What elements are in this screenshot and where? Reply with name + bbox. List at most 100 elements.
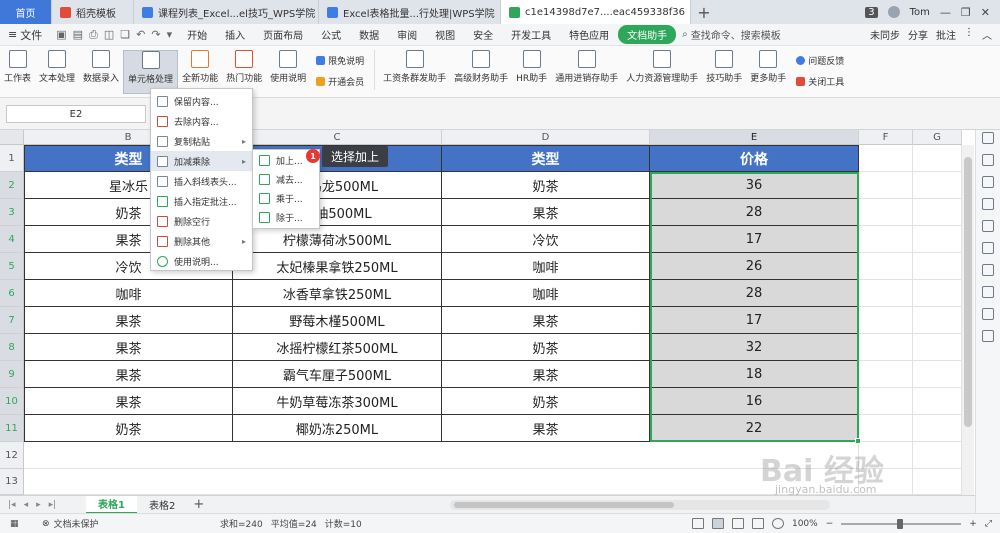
open-membership-link[interactable]: 开通会员 bbox=[316, 75, 364, 88]
free-limit-link[interactable]: 限免说明 bbox=[316, 54, 364, 67]
row-header-1[interactable]: 1 bbox=[0, 145, 24, 172]
table-cell-name[interactable]: 冰摇柠檬红茶500ML bbox=[233, 334, 442, 361]
menu-keep-content[interactable]: 保留内容... bbox=[151, 91, 252, 111]
menu-home[interactable]: 开始 bbox=[178, 27, 216, 42]
select-all-corner[interactable] bbox=[0, 130, 24, 145]
dropdown-icon[interactable]: ▾ bbox=[167, 28, 173, 42]
column-header-d[interactable]: D bbox=[442, 130, 650, 145]
save-icon[interactable]: ▣ bbox=[56, 28, 66, 42]
last-sheet-icon[interactable]: ▸| bbox=[49, 500, 57, 510]
new-tab-button[interactable]: + bbox=[691, 0, 717, 24]
preview-icon[interactable]: ◫ bbox=[104, 28, 114, 42]
table-cell-price[interactable]: 22 bbox=[650, 415, 859, 442]
menu-insert[interactable]: 插入 bbox=[216, 27, 254, 42]
menu-page-layout[interactable]: 页面布局 bbox=[254, 27, 312, 42]
table-cell-type-2[interactable]: 冷饮 bbox=[442, 226, 650, 253]
submenu-divide[interactable]: 除于... bbox=[253, 208, 319, 227]
table-cell-type-2[interactable]: 果茶 bbox=[442, 415, 650, 442]
menu-doc-assistant[interactable]: 文档助手 bbox=[618, 25, 677, 44]
pin-icon[interactable] bbox=[982, 264, 994, 276]
help-icon[interactable] bbox=[982, 308, 994, 320]
table-cell-price[interactable]: 36 bbox=[650, 172, 859, 199]
name-box[interactable]: E2 bbox=[6, 105, 146, 123]
submenu-subtract[interactable]: 减去... bbox=[253, 170, 319, 189]
close-window-icon[interactable]: ✕ bbox=[981, 6, 990, 19]
column-header-g[interactable]: G bbox=[913, 130, 962, 145]
table-cell-type-2[interactable]: 奶茶 bbox=[442, 334, 650, 361]
close-tools-link[interactable]: 关闭工具 bbox=[796, 75, 844, 88]
add-sheet-button[interactable]: + bbox=[187, 497, 210, 512]
filter-icon[interactable] bbox=[982, 242, 994, 254]
freeze-view-icon[interactable] bbox=[691, 518, 704, 529]
empty-rows[interactable] bbox=[24, 442, 859, 495]
menu-insert-comment[interactable]: 插入指定批注... bbox=[151, 191, 252, 211]
table-cell-type-2[interactable]: 咖啡 bbox=[442, 253, 650, 280]
empty-column-f[interactable] bbox=[859, 145, 913, 495]
table-cell-price[interactable]: 18 bbox=[650, 361, 859, 388]
user-name[interactable]: Tom bbox=[910, 7, 930, 18]
row-header-3[interactable]: 3 bbox=[0, 199, 24, 226]
share-button[interactable]: 分享 bbox=[908, 27, 928, 42]
maximize-icon[interactable]: ❐ bbox=[961, 6, 971, 19]
stat-count[interactable]: 计数=10 bbox=[325, 517, 362, 530]
table-cell-type[interactable]: 果茶 bbox=[24, 388, 233, 415]
minimize-icon[interactable]: — bbox=[940, 6, 951, 19]
vertical-scroll-thumb[interactable] bbox=[964, 157, 972, 427]
table-cell-type-2[interactable]: 果茶 bbox=[442, 307, 650, 334]
more-assistants-button[interactable]: 更多助手 bbox=[746, 50, 790, 94]
row-header-13[interactable]: 13 bbox=[0, 469, 24, 495]
hr-assistant-button[interactable]: HR助手 bbox=[512, 50, 551, 94]
chart-icon[interactable] bbox=[982, 220, 994, 232]
table-cell-name[interactable]: 霸气车厘子500ML bbox=[233, 361, 442, 388]
sync-status[interactable]: 未同步 bbox=[870, 27, 900, 42]
row-header-10[interactable]: 10 bbox=[0, 388, 24, 415]
prev-sheet-icon[interactable]: ◂ bbox=[24, 500, 29, 510]
command-search[interactable]: ⌕ 查找命令、搜索模板 bbox=[676, 27, 781, 42]
table-cell-type[interactable]: 奶茶 bbox=[24, 415, 233, 442]
menu-formula[interactable]: 公式 bbox=[312, 27, 350, 42]
submenu-multiply[interactable]: 乘于... bbox=[253, 189, 319, 208]
fit-screen-icon[interactable]: ⤢ bbox=[985, 519, 992, 529]
payslip-assistant-button[interactable]: 工资条群发助手 bbox=[379, 50, 450, 94]
horizontal-scrollbar[interactable] bbox=[450, 499, 831, 510]
row-header-2[interactable]: 2 bbox=[0, 172, 24, 199]
undo-icon[interactable]: ↶ bbox=[136, 28, 145, 42]
table-cell-price[interactable]: 26 bbox=[650, 253, 859, 280]
collapse-ribbon-icon[interactable]: ︿ bbox=[982, 27, 992, 42]
tools-icon[interactable] bbox=[982, 330, 994, 342]
share-panel-icon[interactable] bbox=[982, 286, 994, 298]
finance-assistant-button[interactable]: 高级财务助手 bbox=[450, 50, 512, 94]
row-header-4[interactable]: 4 bbox=[0, 226, 24, 253]
table-cell-type[interactable]: 果茶 bbox=[24, 307, 233, 334]
table-cell-name[interactable]: 野莓木槿500ML bbox=[233, 307, 442, 334]
table-cell-type[interactable]: 咖啡 bbox=[24, 280, 233, 307]
page-break-view-icon[interactable] bbox=[731, 518, 744, 529]
menu-review[interactable]: 审阅 bbox=[388, 27, 426, 42]
hr-management-button[interactable]: 人力资源管理助手 bbox=[622, 50, 702, 94]
row-header-11[interactable]: 11 bbox=[0, 415, 24, 442]
next-sheet-icon[interactable]: ▸ bbox=[36, 500, 41, 510]
menu-insert-diagonal-header[interactable]: 插入斜线表头... bbox=[151, 171, 252, 191]
stat-average[interactable]: 平均值=24 bbox=[271, 517, 317, 530]
tab-course-list[interactable]: 课程列表_Excel...el技巧_WPS学院 bbox=[134, 0, 319, 24]
row-header-12[interactable]: 12 bbox=[0, 442, 24, 469]
tab-excel-batch[interactable]: Excel表格批量...行处理|WPS学院 bbox=[319, 0, 501, 24]
table-header-price[interactable]: 价格 bbox=[650, 145, 859, 172]
first-sheet-icon[interactable]: |◂ bbox=[8, 500, 16, 510]
table-cell-name[interactable]: 太妃榛果拿铁250ML bbox=[233, 253, 442, 280]
row-header-5[interactable]: 5 bbox=[0, 253, 24, 280]
style-icon[interactable] bbox=[982, 154, 994, 166]
row-header-8[interactable]: 8 bbox=[0, 334, 24, 361]
fill-handle[interactable] bbox=[855, 438, 861, 444]
table-cell-type[interactable]: 果茶 bbox=[24, 361, 233, 388]
zoom-slider[interactable] bbox=[841, 518, 962, 529]
table-cell-price[interactable]: 28 bbox=[650, 199, 859, 226]
table-cell-type[interactable]: 果茶 bbox=[24, 334, 233, 361]
table-cell-price[interactable]: 32 bbox=[650, 334, 859, 361]
table-cell-name[interactable]: 牛奶草莓冻茶300ML bbox=[233, 388, 442, 415]
row-header-7[interactable]: 7 bbox=[0, 307, 24, 334]
table-cell-price[interactable]: 16 bbox=[650, 388, 859, 415]
table-cell-type-2[interactable]: 咖啡 bbox=[442, 280, 650, 307]
tab-home[interactable]: 首页 bbox=[0, 0, 52, 24]
eye-protection-icon[interactable] bbox=[771, 518, 784, 529]
